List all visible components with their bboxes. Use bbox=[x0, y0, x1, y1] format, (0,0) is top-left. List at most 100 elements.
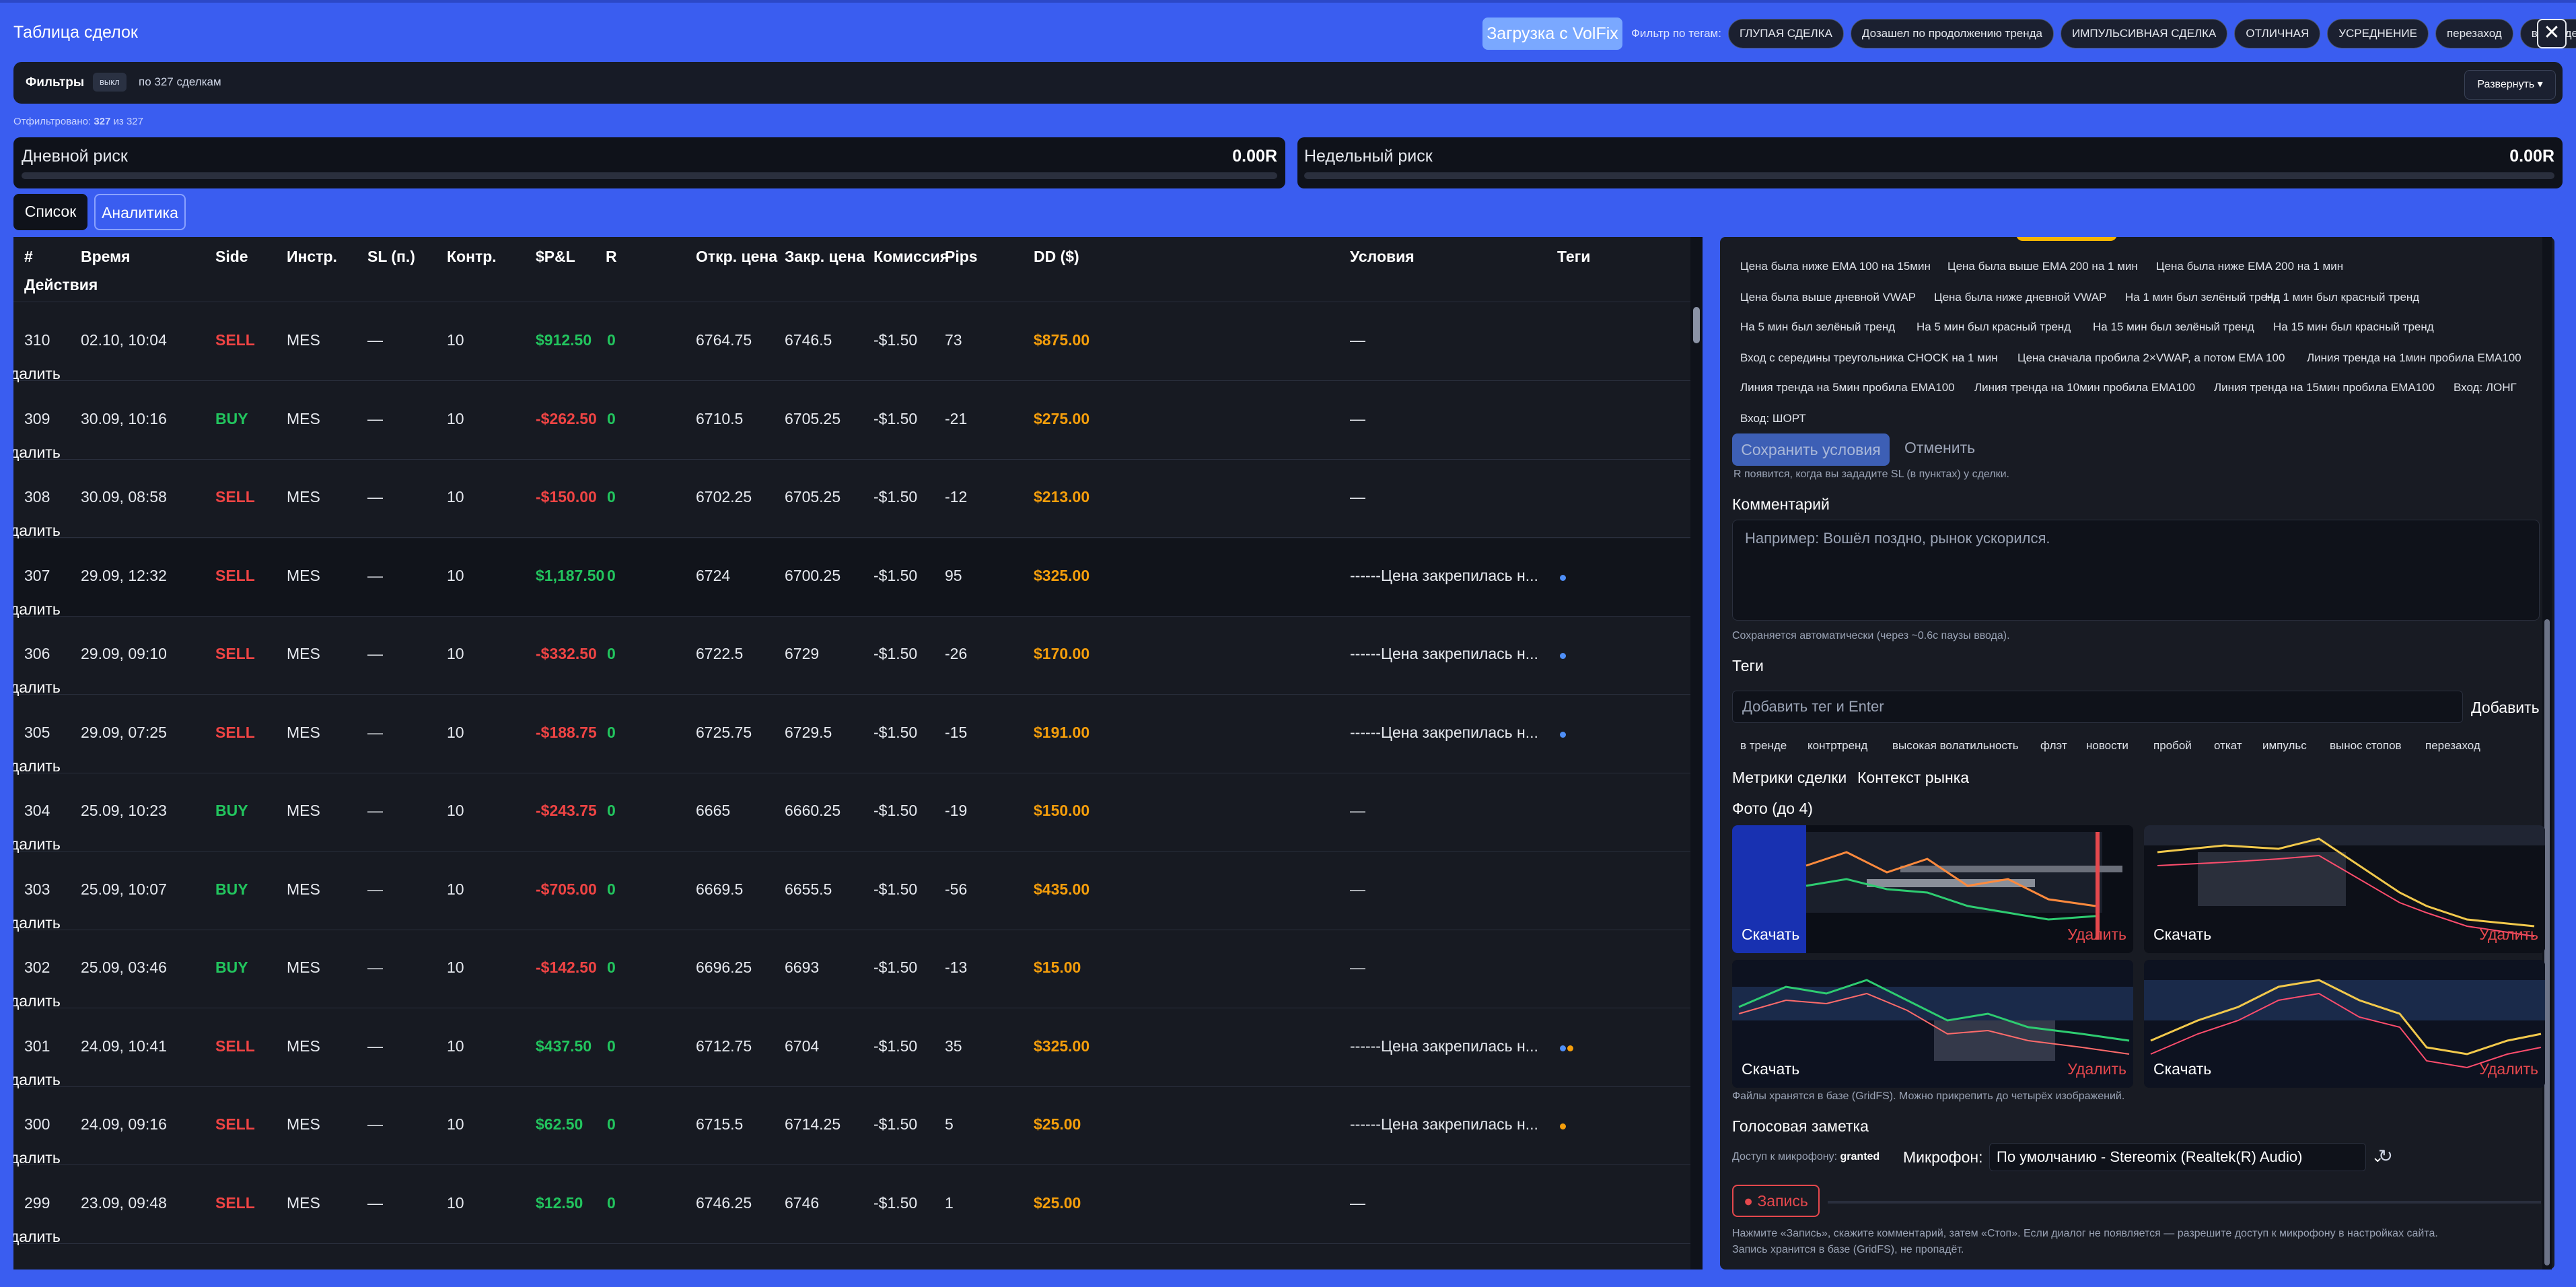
download-photo-button[interactable]: Скачать bbox=[1742, 926, 1799, 944]
table-row[interactable]: 307 29.09, 12:32 SELL MES — 10 $1,187.50 0 6724 6… bbox=[13, 538, 1690, 619]
record-button[interactable]: ● Запись bbox=[1732, 1185, 1820, 1217]
condition-option[interactable]: Вход с середины треугольника CHOCK на 1 … bbox=[1740, 351, 1998, 365]
col-header-time[interactable]: Время bbox=[81, 248, 131, 266]
tag-filter-chip[interactable]: перезаход bbox=[2435, 19, 2513, 48]
table-row[interactable]: 300 24.09, 09:16 SELL MES — 10 $62.50 0 6715.5 67… bbox=[13, 1087, 1690, 1167]
photo-thumbnail[interactable]: Скачать Удалить bbox=[2144, 825, 2545, 953]
delete-trade-button[interactable]: Удалить bbox=[13, 1228, 61, 1246]
photo-thumbnail[interactable]: Скачать Удалить bbox=[2144, 960, 2545, 1088]
condition-option[interactable]: Вход: ШОРТ bbox=[1740, 412, 1806, 425]
table-row[interactable]: 301 24.09, 10:41 SELL MES — 10 $437.50 0 6712.75… bbox=[13, 1009, 1690, 1089]
delete-trade-button[interactable]: Удалить bbox=[13, 1071, 61, 1089]
col-header-pnl[interactable]: $P&L bbox=[536, 248, 575, 266]
col-header-pips[interactable]: Pips bbox=[945, 248, 978, 266]
condition-option[interactable]: Цена была ниже EMA 200 на 1 мин bbox=[2156, 260, 2343, 273]
delete-trade-button[interactable]: Удалить bbox=[13, 444, 61, 462]
table-row[interactable]: 302 25.09, 03:46 BUY MES — 10 -$142.50 0 6696.25… bbox=[13, 930, 1690, 1010]
condition-option[interactable]: Цена была ниже EMA 100 на 15мин bbox=[1740, 260, 1931, 273]
download-photo-button[interactable]: Скачать bbox=[1742, 1060, 1799, 1078]
tag-suggestion[interactable]: импульс bbox=[2262, 739, 2307, 753]
tag-input[interactable]: Добавить тег и Enter bbox=[1732, 691, 2463, 723]
table-row[interactable]: 299 23.09, 09:48 SELL MES — 10 $12.50 0 6746.25 6… bbox=[13, 1166, 1690, 1246]
delete-trade-button[interactable]: Удалить bbox=[13, 365, 61, 383]
download-photo-button[interactable]: Скачать bbox=[2153, 1060, 2211, 1078]
download-photo-button[interactable]: Скачать bbox=[2153, 926, 2211, 944]
delete-trade-button[interactable]: Удалить bbox=[13, 522, 61, 540]
tag-suggestion[interactable]: в тренде bbox=[1740, 739, 1787, 753]
comment-textarea[interactable]: Например: Вошёл поздно, рынок ускорился. bbox=[1732, 520, 2540, 621]
delete-trade-button[interactable]: Удалить bbox=[13, 600, 61, 619]
col-header-close-price[interactable]: Закр. цена bbox=[785, 248, 865, 266]
col-header-contracts[interactable]: Контр. bbox=[447, 248, 497, 266]
tag-suggestion[interactable]: пробой bbox=[2153, 739, 2192, 753]
tag-suggestion[interactable]: вынос стопов bbox=[2330, 739, 2402, 753]
filters-title[interactable]: Фильтры bbox=[26, 75, 84, 90]
delete-photo-button[interactable]: Удалить bbox=[2479, 926, 2538, 944]
col-header-conditions[interactable]: Условия bbox=[1350, 248, 1415, 266]
condition-option[interactable]: На 5 мин был красный тренд bbox=[1917, 320, 2071, 334]
table-scrollbar[interactable] bbox=[1690, 237, 1703, 1269]
delete-trade-button[interactable]: Удалить bbox=[13, 914, 61, 932]
metrics-tab[interactable]: Метрики сделки bbox=[1732, 769, 1847, 787]
condition-option[interactable]: На 5 мин был зелёный тренд bbox=[1740, 320, 1895, 334]
tag-suggestion[interactable]: высокая волатильность bbox=[1892, 739, 2019, 753]
col-header-dd[interactable]: DD ($) bbox=[1034, 248, 1079, 266]
col-header-r[interactable]: R bbox=[606, 248, 617, 266]
side-scroll-thumb[interactable] bbox=[2544, 619, 2550, 1265]
tag-filter-chip[interactable]: УСРЕДНЕНИЕ bbox=[2327, 19, 2429, 48]
table-row[interactable]: 309 30.09, 10:16 BUY MES — 10 -$262.50 0 6710.5 6… bbox=[13, 382, 1690, 462]
table-row[interactable]: 305 29.09, 07:25 SELL MES — 10 -$188.75 0 6725.7… bbox=[13, 695, 1690, 775]
condition-option[interactable]: Цена была выше EMA 200 на 1 мин bbox=[1947, 260, 2138, 273]
condition-option[interactable]: Цена была выше дневной VWAP bbox=[1740, 291, 1916, 304]
cancel-conditions-button[interactable]: Отменить bbox=[1904, 439, 1975, 457]
delete-trade-button[interactable]: Удалить bbox=[13, 679, 61, 697]
col-header-commission[interactable]: Комиссия bbox=[873, 248, 949, 266]
tag-suggestion[interactable]: флэт bbox=[2040, 739, 2067, 753]
delete-trade-button[interactable]: Удалить bbox=[13, 835, 61, 854]
tag-suggestion[interactable]: перезаход bbox=[2425, 739, 2480, 753]
delete-trade-button[interactable]: Удалить bbox=[13, 992, 61, 1010]
condition-option[interactable]: Цена была ниже дневной VWAP bbox=[1934, 291, 2106, 304]
photo-thumbnail[interactable]: Скачать Удалить bbox=[1732, 825, 2133, 953]
col-header-side[interactable]: Side bbox=[215, 248, 248, 266]
refresh-icon[interactable]: ↻ bbox=[2378, 1146, 2393, 1167]
col-header-open-price[interactable]: Откр. цена bbox=[696, 248, 777, 266]
context-tab[interactable]: Контекст рынка bbox=[1857, 769, 1969, 787]
col-header-tags[interactable]: Теги bbox=[1557, 248, 1590, 266]
condition-option[interactable]: Линия тренда на 5мин пробила EMA100 bbox=[1740, 381, 1955, 394]
table-scroll-thumb[interactable] bbox=[1693, 307, 1700, 343]
photo-thumbnail[interactable]: Скачать Удалить bbox=[1732, 960, 2133, 1088]
condition-option[interactable]: Линия тренда на 1мин пробила EMA100 bbox=[2307, 351, 2521, 365]
tag-suggestion[interactable]: новости bbox=[2086, 739, 2128, 753]
delete-photo-button[interactable]: Удалить bbox=[2067, 1060, 2126, 1078]
delete-trade-button[interactable]: Удалить bbox=[13, 757, 61, 775]
table-row[interactable]: 310 02.10, 10:04 SELL MES — 10 $912.50 0 6764.75… bbox=[13, 303, 1690, 383]
expand-filters-button[interactable]: Развернуть ▾ bbox=[2464, 70, 2556, 100]
col-header-num[interactable]: # bbox=[24, 248, 33, 266]
condition-option[interactable]: Вход: ЛОНГ bbox=[2454, 381, 2517, 394]
condition-option[interactable]: На 15 мин был красный тренд bbox=[2273, 320, 2434, 334]
save-conditions-button[interactable]: Сохранить условия bbox=[1732, 433, 1890, 466]
col-header-actions[interactable]: Действия bbox=[24, 276, 98, 294]
import-volfix-button[interactable]: Загрузка с VolFix bbox=[1482, 18, 1622, 50]
condition-option[interactable]: На 15 мин был зелёный тренд bbox=[2093, 320, 2254, 334]
condition-option[interactable]: Цена сначала пробила 2×VWAP, а потом EMA… bbox=[2017, 351, 2285, 365]
tab-analytics[interactable]: Аналитика bbox=[94, 194, 186, 230]
delete-photo-button[interactable]: Удалить bbox=[2479, 1060, 2538, 1078]
tag-filter-chip[interactable]: ОТЛИЧНАЯ bbox=[2234, 19, 2321, 48]
tag-filter-chip[interactable]: ГЛУПАЯ СДЕЛКА bbox=[1728, 19, 1844, 48]
tag-filter-chip[interactable]: Дозашел по продолжению тренда bbox=[1850, 19, 2054, 48]
close-icon[interactable]: ✕ bbox=[2537, 19, 2567, 48]
tag-filter-chip[interactable]: ИМПУЛЬСИВНАЯ СДЕЛКА bbox=[2061, 19, 2228, 48]
col-header-instrument[interactable]: Инстр. bbox=[287, 248, 337, 266]
table-row[interactable]: 308 30.09, 08:58 SELL MES — 10 -$150.00 0 6702.2… bbox=[13, 460, 1690, 540]
table-row[interactable]: 303 25.09, 10:07 BUY MES — 10 -$705.00 0 6669.5 6… bbox=[13, 852, 1690, 932]
condition-option[interactable]: На 1 мин был красный тренд bbox=[2265, 291, 2419, 304]
tag-suggestion[interactable]: откат bbox=[2214, 739, 2242, 753]
tab-list[interactable]: Список bbox=[13, 194, 87, 230]
condition-option[interactable]: На 1 мин был зелёный тренд bbox=[2125, 291, 2280, 304]
table-row[interactable]: 304 25.09, 10:23 BUY MES — 10 -$243.75 0 6665 666… bbox=[13, 773, 1690, 854]
add-tag-button[interactable]: Добавить bbox=[2471, 699, 2540, 717]
tag-suggestion[interactable]: контртренд bbox=[1808, 739, 1867, 753]
col-header-sl[interactable]: SL (п.) bbox=[367, 248, 415, 266]
